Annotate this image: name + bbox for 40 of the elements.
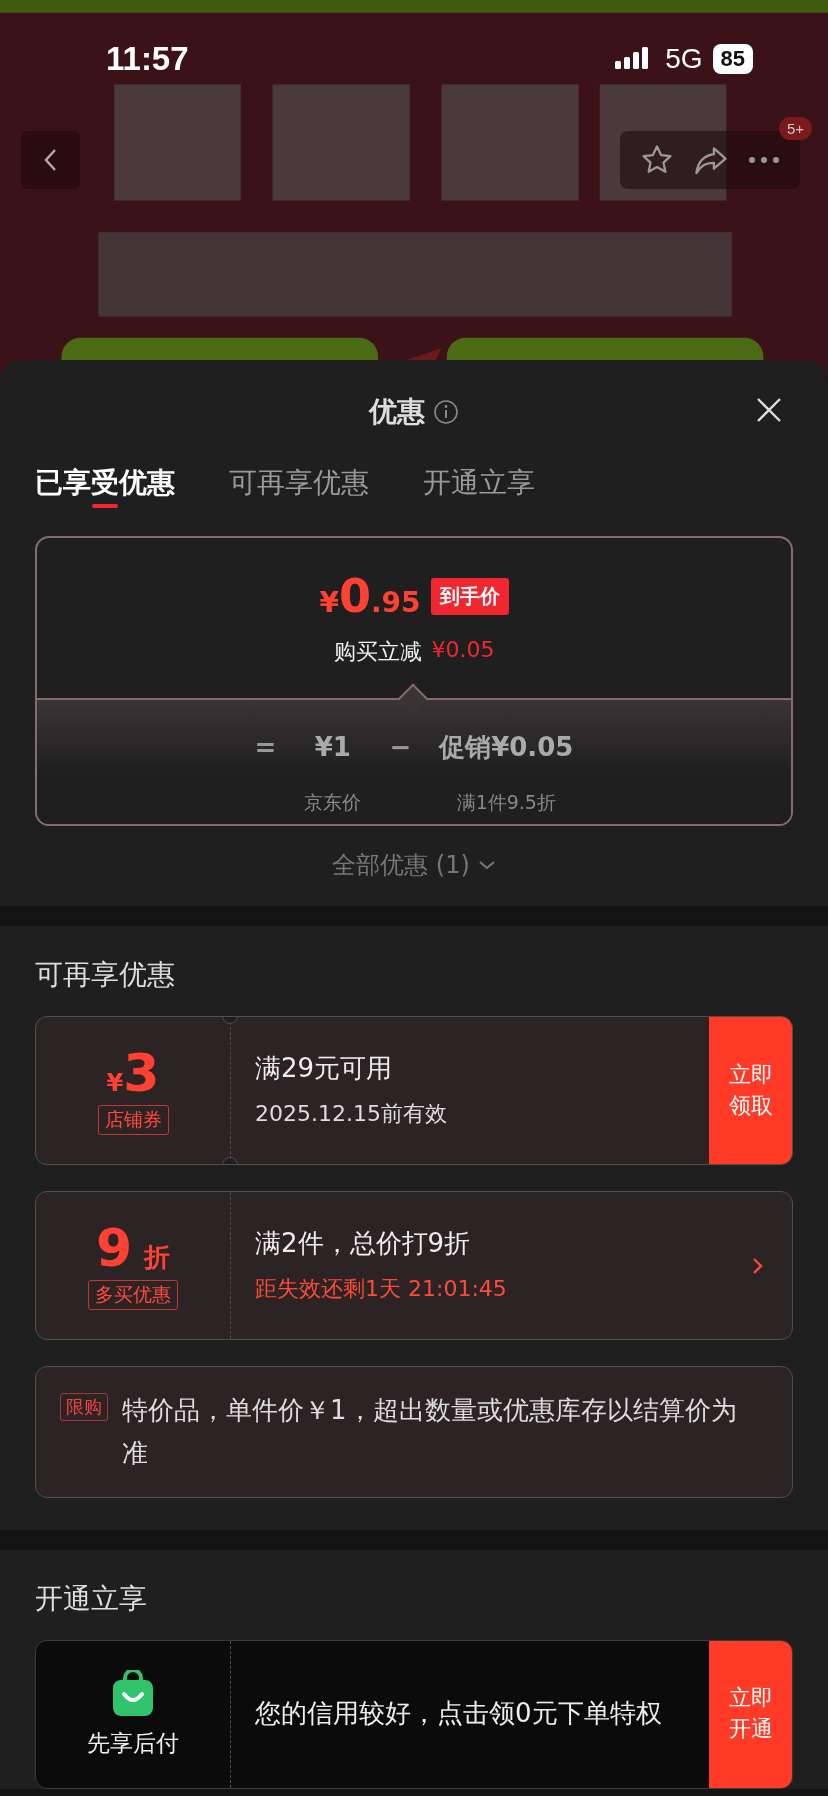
note-text: 特价品，单件价￥1，超出数量或优惠库存以结算价为准 (122, 1394, 738, 1470)
pay-later-text: 您的信用较好，点击领0元下单特权 (255, 1697, 663, 1731)
minus-sign: − (389, 732, 412, 763)
tab[interactable]: 可再享优惠 (229, 464, 369, 512)
reduction-value: ¥0.05 (431, 637, 495, 664)
promo-label: 满1件9.5折 (456, 790, 556, 816)
claim-button[interactable]: 立即领取 (709, 1017, 792, 1164)
offer-detail: 距失效还剩1天 21:01:45 (255, 1275, 508, 1304)
battery-level: 85 (712, 44, 753, 74)
activate-button[interactable]: 立即开通 (709, 1640, 792, 1788)
network-label: 5G (665, 43, 703, 75)
discount-amount: 9 折 (95, 1221, 171, 1274)
status-time: 11:57 (106, 40, 189, 78)
offer-tag: 多买优惠 (88, 1279, 178, 1310)
promo-amount: 促销¥0.05 (439, 730, 574, 764)
coupon-amount: ¥3 (106, 1046, 160, 1099)
offer-tag: 店铺券 (97, 1104, 169, 1135)
offer-condition: 满2件，总价打9折 (255, 1226, 472, 1260)
tab[interactable]: 已享受优惠 (35, 464, 175, 512)
offer-condition: 满29元可用 (255, 1051, 394, 1085)
sheet-title: 优惠 (369, 394, 425, 430)
section-title: 开通立享 (35, 1580, 148, 1617)
jd-price-label: 京东价 (304, 790, 362, 816)
more-icon[interactable] (748, 156, 781, 164)
final-price: ¥0.95 (319, 569, 421, 623)
info-icon[interactable] (433, 399, 459, 425)
jd-price: ¥1 (314, 732, 351, 763)
limit-tag: 限购 (60, 1393, 108, 1421)
pay-later-label: 先享后付 (87, 1728, 179, 1758)
equals-sign: = (254, 732, 277, 763)
tab[interactable]: 开通立享 (423, 464, 535, 512)
share-icon[interactable] (693, 144, 729, 176)
shopping-bag-icon (111, 1669, 155, 1716)
offer-detail: 2025.12.15前有效 (255, 1100, 448, 1129)
all-offers-link[interactable]: 全部优惠 (1) (326, 848, 502, 882)
section-title: 可再享优惠 (35, 957, 176, 993)
reduction-label: 购买立减 (333, 638, 422, 666)
caret-icon[interactable] (477, 859, 496, 871)
price-tag: 到手价 (430, 577, 509, 615)
chevron-icon[interactable] (752, 1255, 764, 1276)
